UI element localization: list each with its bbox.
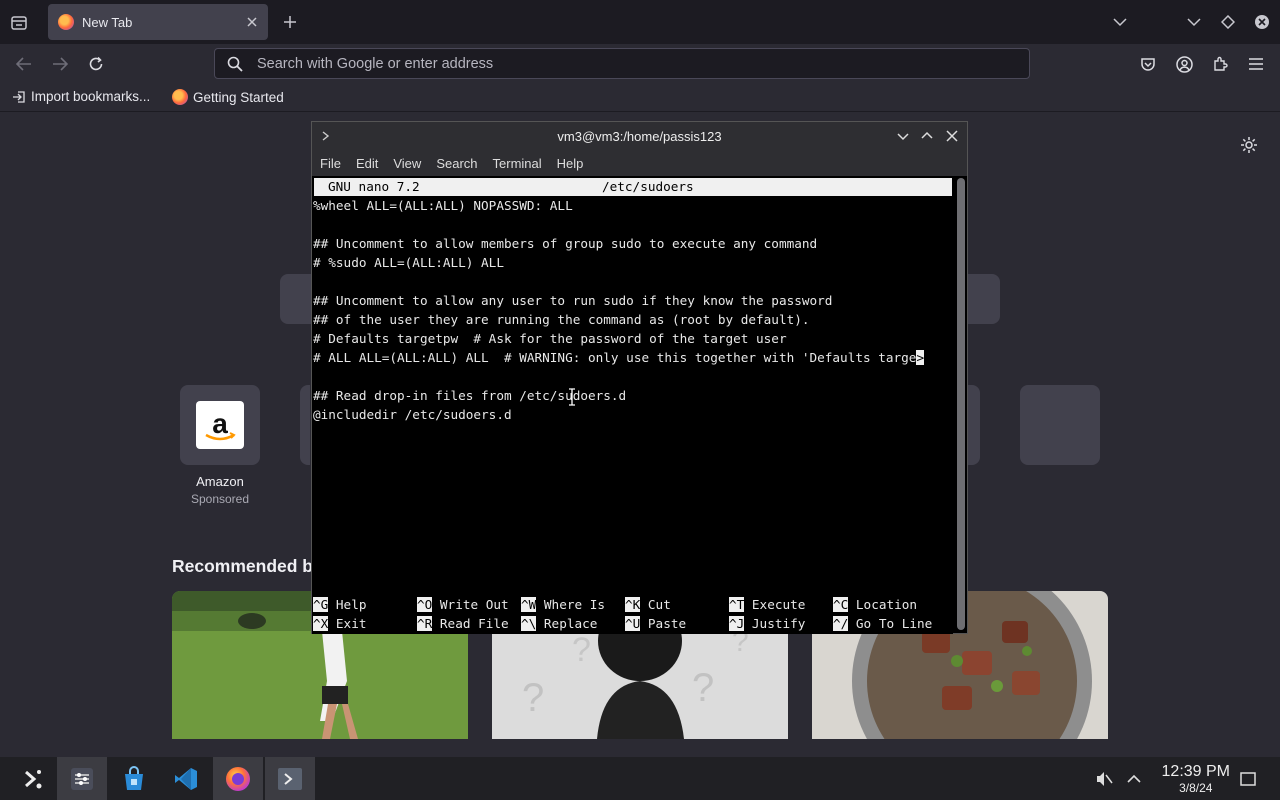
url-placeholder: Search with Google or enter address: [257, 55, 494, 72]
nano-editor[interactable]: GNU nano 7.2/etc/sudoers %wheel ALL=(ALL…: [312, 176, 953, 634]
minimize-chevron-icon[interactable]: [1184, 12, 1204, 32]
shortcut-empty-tile[interactable]: [1020, 385, 1100, 465]
shortcut-replace: ^\ Replace: [521, 616, 598, 631]
menu-edit[interactable]: Edit: [356, 156, 378, 171]
terminal-window[interactable]: vm3@vm3:/home/passis123 File Edit View S…: [311, 121, 968, 634]
editor-line: @includedir /etc/sudoers.d: [313, 407, 512, 422]
shortcut-read-file: ^R Read File: [417, 616, 509, 631]
svg-text:a: a: [212, 408, 228, 439]
firefox-favicon-icon: [58, 14, 74, 30]
volume-muted-icon[interactable]: [1094, 769, 1114, 789]
firefox-icon: [172, 89, 188, 105]
show-desktop-icon[interactable]: [1238, 769, 1258, 789]
forward-arrow-icon[interactable]: [50, 54, 70, 74]
url-bar[interactable]: Search with Google or enter address: [214, 48, 1030, 79]
shortcut-tile-fragment[interactable]: [300, 385, 310, 465]
shortcut-tile-fragment[interactable]: [968, 385, 980, 465]
menu-search[interactable]: Search: [436, 156, 477, 171]
clock-date: 3/8/24: [1179, 781, 1213, 795]
editor-line: # %sudo ALL=(ALL:ALL) ALL: [313, 255, 504, 270]
hamburger-menu-icon[interactable]: [1246, 54, 1266, 74]
nano-version: GNU nano 7.2: [328, 179, 420, 194]
recommended-heading: Recommended b: [172, 556, 313, 576]
editor-line: ## of the user they are running the comm…: [313, 312, 810, 327]
editor-line-text: # ALL ALL=(ALL:ALL) ALL # WARNING: only …: [313, 350, 917, 365]
system-settings-icon[interactable]: [57, 757, 107, 800]
svg-text:?: ?: [522, 676, 544, 720]
shortcut-location: ^C Location: [833, 597, 918, 612]
bookmark-getting-started[interactable]: Getting Started: [172, 89, 284, 105]
pocket-icon[interactable]: [1138, 54, 1158, 74]
shortcut-justify: ^J Justify: [729, 616, 806, 631]
shortcut-paste: ^U Paste: [625, 616, 687, 631]
menu-help[interactable]: Help: [557, 156, 584, 171]
list-tabs-chevron-icon[interactable]: [1110, 12, 1130, 32]
vscode-icon[interactable]: [161, 757, 211, 800]
editor-line: ## Read drop-in files from /etc/sudoers.…: [313, 388, 627, 403]
new-tab-plus-icon[interactable]: [280, 12, 300, 32]
back-arrow-icon[interactable]: [14, 54, 34, 74]
nano-header-bar: GNU nano 7.2/etc/sudoers: [314, 178, 952, 196]
editor-line: # Defaults targetpw # Ask for the passwo…: [313, 331, 787, 346]
terminal-minimize-icon[interactable]: [896, 129, 910, 143]
shortcut-sponsored-label: Sponsored: [190, 492, 250, 506]
shortcut-go-to-line: ^/ Go To Line: [833, 616, 933, 631]
close-tab-icon[interactable]: [246, 16, 258, 28]
bookmarks-toolbar: Import bookmarks... Getting Started: [0, 84, 1280, 112]
nano-filename: /etc/sudoers: [602, 179, 694, 194]
terminal-close-icon[interactable]: [945, 129, 959, 143]
taskbar: 12:39 PM 3/8/24: [0, 757, 1280, 800]
terminal-menubar: File Edit View Search Terminal Help: [312, 150, 967, 176]
tab-new-tab[interactable]: New Tab: [48, 4, 268, 40]
tab-strip: New Tab: [0, 0, 1280, 44]
svg-text:?: ?: [692, 666, 714, 710]
maximize-diamond-icon[interactable]: [1218, 12, 1238, 32]
menu-view[interactable]: View: [393, 156, 421, 171]
shortcut-where-is: ^W Where Is: [521, 597, 606, 612]
tray-expand-icon[interactable]: [1124, 769, 1144, 789]
bookmark-label: Getting Started: [193, 89, 284, 105]
editor-line: ## Uncomment to allow members of group s…: [313, 236, 818, 251]
editor-line-truncated: # ALL ALL=(ALL:ALL) ALL # WARNING: only …: [313, 348, 925, 367]
close-window-icon[interactable]: [1252, 12, 1272, 32]
firefox-view-icon[interactable]: [8, 12, 30, 34]
shortcut-execute: ^T Execute: [729, 597, 806, 612]
account-icon[interactable]: [1174, 54, 1194, 74]
terminal-taskbar-icon[interactable]: [265, 757, 315, 800]
shortcut-label: Amazon: [196, 474, 244, 489]
reload-icon[interactable]: [86, 54, 106, 74]
text-cursor-icon: [568, 388, 576, 406]
terminal-scrollbar[interactable]: [957, 178, 965, 630]
shortcut-cut: ^K Cut: [625, 597, 671, 612]
search-icon: [227, 56, 243, 72]
clock[interactable]: 12:39 PM 3/8/24: [1162, 763, 1230, 795]
bookmark-import[interactable]: Import bookmarks...: [12, 89, 150, 104]
amazon-logo-icon: a: [196, 401, 244, 449]
clock-time: 12:39 PM: [1161, 763, 1230, 780]
app-launcher-icon[interactable]: [8, 757, 58, 800]
shortcut-help: ^G Help: [313, 597, 367, 612]
bookmark-label: Import bookmarks...: [31, 89, 151, 104]
line-overflow-marker: >: [916, 350, 925, 365]
editor-line: ## Uncomment to allow any user to run su…: [313, 293, 833, 308]
terminal-title: vm3@vm3:/home/passis123: [557, 128, 722, 144]
menu-file[interactable]: File: [320, 156, 341, 171]
discover-store-icon[interactable]: [109, 757, 159, 800]
menu-terminal[interactable]: Terminal: [493, 156, 542, 171]
extensions-icon[interactable]: [1210, 54, 1230, 74]
tab-title: New Tab: [82, 14, 133, 30]
svg-text:?: ?: [572, 631, 591, 669]
editor-line: %wheel ALL=(ALL:ALL) NOPASSWD: ALL: [313, 198, 573, 213]
terminal-titlebar[interactable]: vm3@vm3:/home/passis123: [312, 122, 967, 150]
firefox-taskbar-icon[interactable]: [213, 757, 263, 800]
terminal-app-icon: [318, 128, 334, 144]
terminal-maximize-icon[interactable]: [920, 129, 934, 143]
import-icon: [12, 90, 26, 104]
settings-gear-icon[interactable]: [1238, 134, 1260, 156]
shortcut-write-out: ^O Write Out: [417, 597, 509, 612]
shortcut-exit: ^X Exit: [313, 616, 367, 631]
